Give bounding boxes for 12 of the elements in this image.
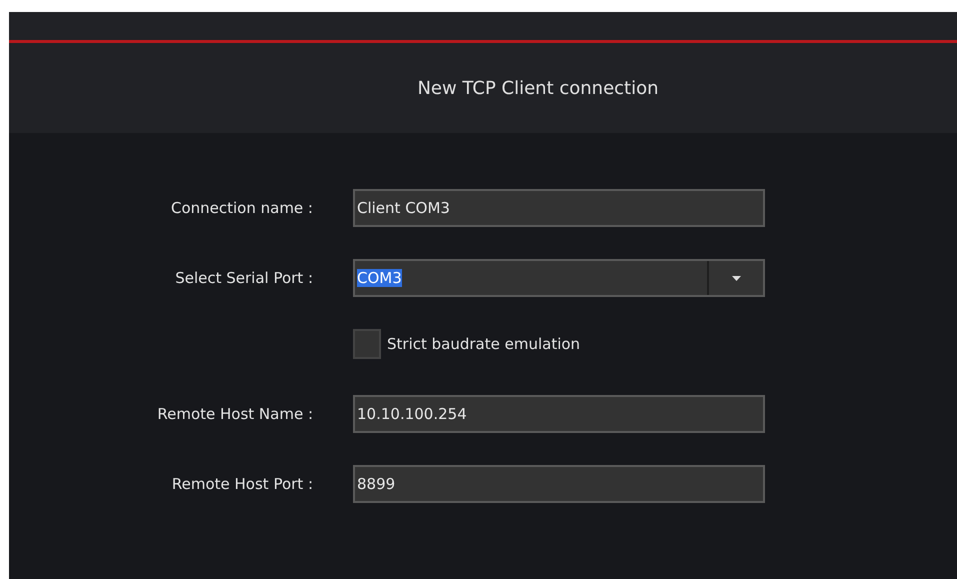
checkbox-label: Strict baudrate emulation bbox=[387, 335, 580, 353]
caret-icon bbox=[732, 276, 740, 280]
checkbox[interactable] bbox=[353, 329, 381, 359]
field-label: Remote Host Name : bbox=[156, 405, 314, 423]
input-field[interactable]: 10.10.100.254 bbox=[353, 395, 765, 433]
input-field[interactable]: 8899 bbox=[353, 465, 765, 503]
field-label: Remote Host Port : bbox=[170, 475, 314, 493]
field-label: Connection name : bbox=[170, 199, 314, 217]
input-field[interactable]: Client COM3 bbox=[353, 189, 765, 227]
dropdown-field[interactable]: COM3 bbox=[353, 259, 765, 297]
dialog-title: New TCP Client connection bbox=[416, 78, 659, 98]
field-label: Select Serial Port : bbox=[174, 269, 314, 287]
